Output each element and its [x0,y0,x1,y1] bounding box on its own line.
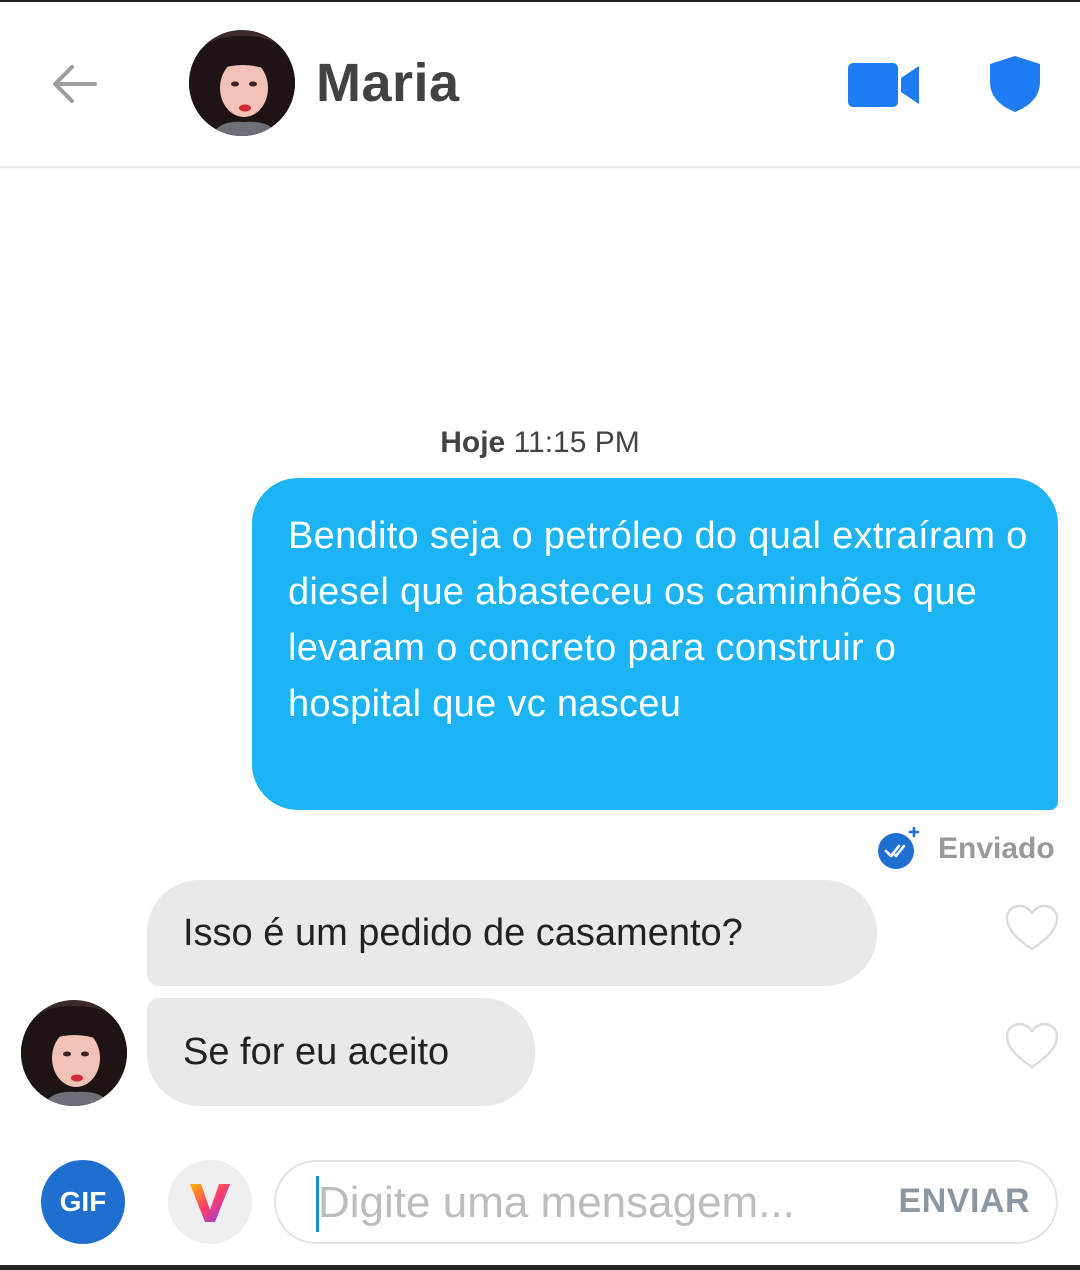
contact-avatar[interactable] [189,30,295,136]
contact-name[interactable]: Maria [316,52,460,114]
gif-label: GIF [59,1186,107,1217]
received-message-bubble[interactable]: Isso é um pedido de casamento? [147,880,877,986]
message-input[interactable] [318,1170,858,1236]
video-call-button[interactable] [846,60,922,110]
like-button[interactable] [1004,903,1060,953]
back-button[interactable] [44,54,104,114]
message-timestamp: Hoje 11:15 PM [0,426,1080,460]
arrow-left-icon [53,65,97,103]
heart-icon [1005,904,1059,951]
message-status: Enviado [876,824,1055,874]
received-message-bubble[interactable]: Se for eu aceito [147,998,535,1106]
video-camera-icon [848,63,919,107]
timestamp-time: 11:15 PM [513,426,640,459]
message-sender-avatar[interactable] [21,1000,127,1106]
shield-icon [990,56,1040,112]
vibes-v-icon [190,1184,230,1222]
chat-header: Maria [0,2,1080,168]
bottom-border [0,1265,1080,1270]
sent-message-bubble[interactable]: Bendito seja o petróleo do qual extraíra… [252,478,1058,810]
like-button[interactable] [1004,1021,1060,1071]
timestamp-day: Hoje [440,426,506,459]
received-message-text: Isso é um pedido de casamento? [183,911,743,954]
heart-icon [1005,1022,1059,1069]
gif-button[interactable]: GIF [41,1160,125,1244]
received-message-text: Se for eu aceito [183,1030,450,1073]
send-button[interactable]: ENVIAR [899,1182,1030,1221]
status-text: Enviado [938,832,1055,865]
message-composer: ENVIAR [274,1160,1058,1244]
safety-shield-button[interactable] [988,54,1042,114]
vibes-button[interactable] [168,1160,252,1244]
sent-check-icon [878,827,920,869]
